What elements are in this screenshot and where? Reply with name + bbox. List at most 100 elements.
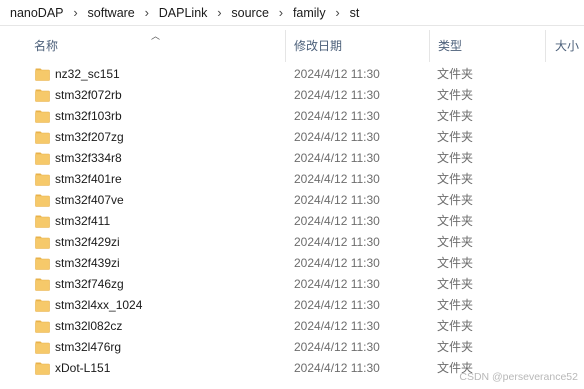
file-modified-date: 2024/4/12 11:30 — [294, 256, 380, 270]
file-type: 文件夹 — [437, 67, 474, 81]
file-row[interactable]: stm32f439zi 2024/4/12 11:30 文件夹 — [0, 253, 584, 274]
breadcrumb-item-family[interactable]: family — [291, 6, 328, 20]
file-row[interactable]: stm32f746zg 2024/4/12 11:30 文件夹 — [0, 274, 584, 295]
file-row[interactable]: stm32f429zi 2024/4/12 11:30 文件夹 — [0, 232, 584, 253]
file-modified-date: 2024/4/12 11:30 — [294, 130, 380, 144]
file-name: stm32f429zi — [55, 235, 120, 249]
column-header-type[interactable]: 类型 — [432, 26, 544, 64]
column-header-size[interactable]: 大小 — [549, 26, 584, 64]
file-row[interactable]: stm32f334r8 2024/4/12 11:30 文件夹 — [0, 148, 584, 169]
chevron-right-icon[interactable]: › — [137, 5, 157, 20]
file-row[interactable]: stm32f207zg 2024/4/12 11:30 文件夹 — [0, 127, 584, 148]
column-header-modified-label: 修改日期 — [294, 38, 343, 53]
breadcrumb-item-daplink[interactable]: DAPLink — [157, 6, 210, 20]
folder-icon — [35, 152, 50, 165]
file-name: nz32_sc151 — [55, 67, 120, 81]
folder-icon — [35, 362, 50, 375]
file-type: 文件夹 — [437, 235, 474, 249]
file-modified-date: 2024/4/12 11:30 — [294, 361, 380, 375]
file-type: 文件夹 — [437, 88, 474, 102]
file-modified-date: 2024/4/12 11:30 — [294, 340, 380, 354]
folder-icon — [35, 89, 50, 102]
folder-icon — [35, 341, 50, 354]
file-name: stm32l4xx_1024 — [55, 298, 143, 312]
file-type: 文件夹 — [437, 214, 474, 228]
column-resize-handle[interactable] — [285, 30, 286, 62]
watermark: CSDN @perseverance52 — [459, 371, 578, 383]
file-row[interactable]: nz32_sc151 2024/4/12 11:30 文件夹 — [0, 64, 584, 85]
column-resize-handle[interactable] — [545, 30, 546, 62]
file-type: 文件夹 — [437, 130, 474, 144]
file-modified-date: 2024/4/12 11:30 — [294, 151, 380, 165]
file-modified-date: 2024/4/12 11:30 — [294, 298, 380, 312]
file-name: stm32f334r8 — [55, 151, 122, 165]
breadcrumb[interactable]: nanoDAP › software › DAPLink › source › … — [0, 0, 584, 26]
file-type: 文件夹 — [437, 319, 474, 333]
file-name: stm32f103rb — [55, 109, 122, 123]
file-type: 文件夹 — [437, 172, 474, 186]
column-header-type-label: 类型 — [438, 38, 463, 53]
breadcrumb-item-software[interactable]: software — [86, 6, 137, 20]
folder-icon — [35, 257, 50, 270]
file-type: 文件夹 — [437, 151, 474, 165]
file-name: xDot-L151 — [55, 361, 111, 375]
column-header-size-label: 大小 — [555, 38, 580, 53]
file-list: nz32_sc151 2024/4/12 11:30 文件夹 stm32f072rb 2… — [0, 64, 584, 379]
file-row[interactable]: stm32l476rg 2024/4/12 11:30 文件夹 — [0, 337, 584, 358]
file-name: stm32f207zg — [55, 130, 124, 144]
file-name: stm32l476rg — [55, 340, 122, 354]
file-type: 文件夹 — [437, 256, 474, 270]
file-row[interactable]: stm32f401re 2024/4/12 11:30 文件夹 — [0, 169, 584, 190]
folder-icon — [35, 299, 50, 312]
chevron-right-icon[interactable]: › — [271, 5, 291, 20]
file-name: stm32f411 — [55, 214, 111, 228]
file-modified-date: 2024/4/12 11:30 — [294, 214, 380, 228]
chevron-right-icon[interactable]: › — [66, 5, 86, 20]
file-name: stm32f401re — [55, 172, 122, 186]
file-modified-date: 2024/4/12 11:30 — [294, 67, 380, 81]
folder-icon — [35, 215, 50, 228]
file-type: 文件夹 — [437, 340, 474, 354]
folder-icon — [35, 68, 50, 81]
file-modified-date: 2024/4/12 11:30 — [294, 319, 380, 333]
folder-icon — [35, 173, 50, 186]
column-resize-handle[interactable] — [429, 30, 430, 62]
column-header-modified[interactable]: 修改日期 — [288, 26, 428, 64]
folder-icon — [35, 110, 50, 123]
file-modified-date: 2024/4/12 11:30 — [294, 193, 380, 207]
column-header-name[interactable]: 名称 — [28, 26, 284, 64]
file-name: stm32l082cz — [55, 319, 123, 333]
chevron-right-icon[interactable]: › — [209, 5, 229, 20]
file-modified-date: 2024/4/12 11:30 — [294, 172, 380, 186]
breadcrumb-item-nanodap[interactable]: nanoDAP — [8, 6, 66, 20]
breadcrumb-item-source[interactable]: source — [229, 6, 271, 20]
column-header-name-label: 名称 — [34, 38, 59, 53]
file-type: 文件夹 — [437, 298, 474, 312]
file-row[interactable]: stm32f407ve 2024/4/12 11:30 文件夹 — [0, 190, 584, 211]
file-modified-date: 2024/4/12 11:30 — [294, 235, 380, 249]
file-name: stm32f439zi — [55, 256, 120, 270]
folder-icon — [35, 278, 50, 291]
file-name: stm32f746zg — [55, 277, 124, 291]
file-row[interactable]: stm32f072rb 2024/4/12 11:30 文件夹 — [0, 85, 584, 106]
file-type: 文件夹 — [437, 277, 474, 291]
file-type: 文件夹 — [437, 109, 474, 123]
file-row[interactable]: stm32l082cz 2024/4/12 11:30 文件夹 — [0, 316, 584, 337]
folder-icon — [35, 236, 50, 249]
folder-icon — [35, 194, 50, 207]
file-modified-date: 2024/4/12 11:30 — [294, 88, 380, 102]
file-name: stm32f072rb — [55, 88, 122, 102]
file-explorer-window: nanoDAP › software › DAPLink › source › … — [0, 0, 584, 389]
folder-icon — [35, 320, 50, 333]
file-row[interactable]: stm32l4xx_1024 2024/4/12 11:30 文件夹 — [0, 295, 584, 316]
column-header-row: ︿ 名称 修改日期 类型 大小 — [0, 26, 584, 64]
file-modified-date: 2024/4/12 11:30 — [294, 277, 380, 291]
breadcrumb-item-st[interactable]: st — [348, 6, 362, 20]
folder-icon — [35, 131, 50, 144]
file-row[interactable]: stm32f411 2024/4/12 11:30 文件夹 — [0, 211, 584, 232]
file-modified-date: 2024/4/12 11:30 — [294, 109, 380, 123]
file-row[interactable]: stm32f103rb 2024/4/12 11:30 文件夹 — [0, 106, 584, 127]
file-type: 文件夹 — [437, 193, 474, 207]
file-name: stm32f407ve — [55, 193, 124, 207]
chevron-right-icon[interactable]: › — [328, 5, 348, 20]
